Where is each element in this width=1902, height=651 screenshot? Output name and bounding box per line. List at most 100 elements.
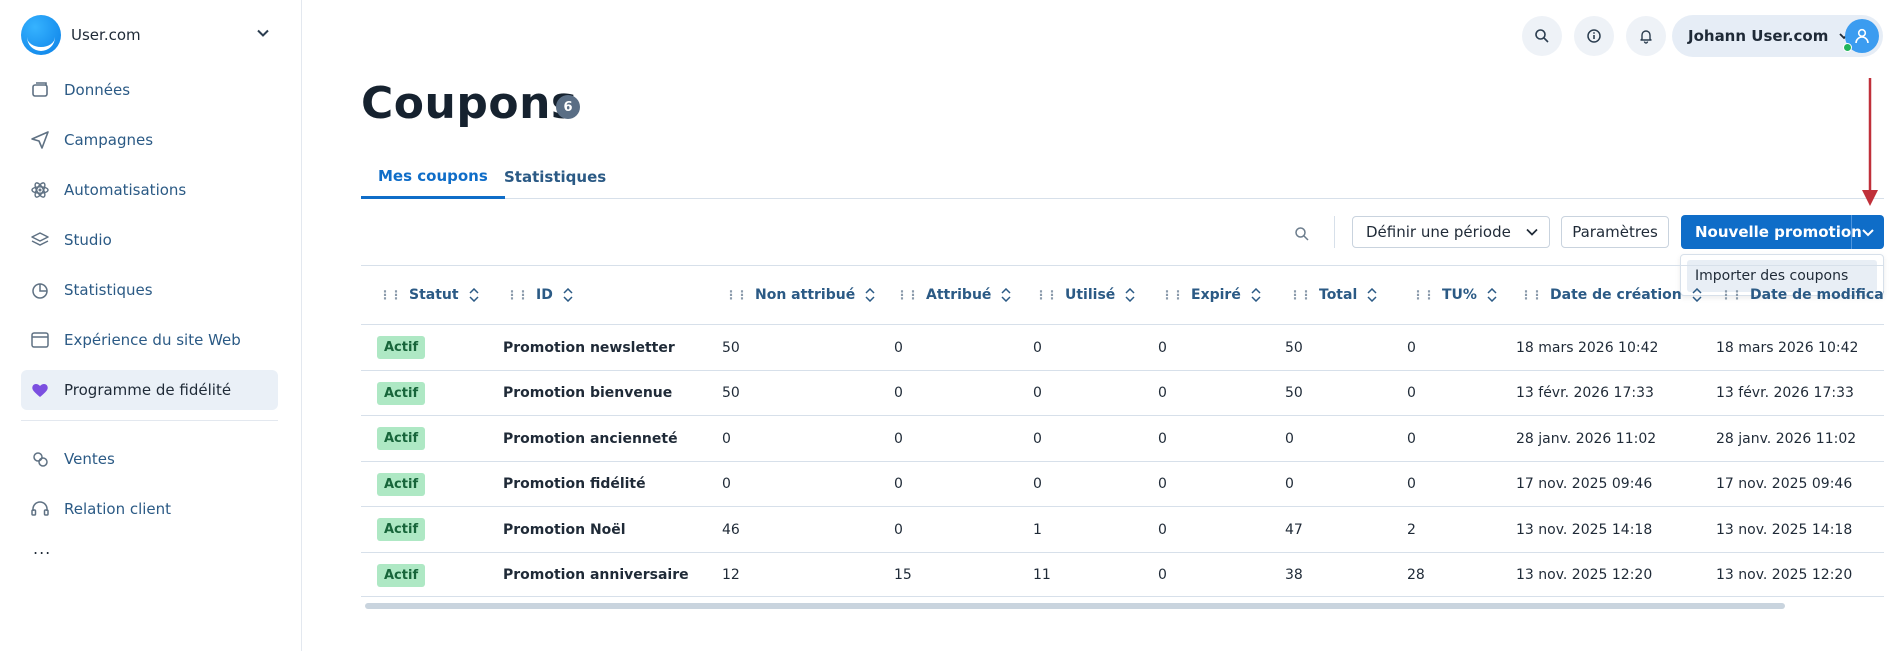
horizontal-scrollbar[interactable] [365, 603, 1785, 609]
cell-tu: 0 [1407, 385, 1416, 401]
column-header-attribue[interactable]: ⋮⋮ Attribué [896, 266, 1011, 324]
cell-modified: 13 nov. 2025 14:18 [1716, 521, 1853, 538]
table-header: ⋮⋮ Statut ⋮⋮ ID ⋮⋮ Non attribué ⋮⋮ Attribué … [361, 266, 1884, 324]
paper-plane-icon [29, 129, 51, 151]
cell-attribue: 0 [894, 521, 903, 538]
table-row[interactable]: Actif Promotion newsletter 50 0 0 0 50 0 18 mars… [361, 324, 1884, 369]
table-row[interactable]: Actif Promotion fidélité 0 0 0 0 0 0 17 nov. 202… [361, 460, 1884, 507]
table-row[interactable]: Actif Promotion bienvenue 50 0 0 0 50 0 13 févr.… [361, 369, 1884, 416]
cell-tu: 0 [1407, 339, 1416, 356]
workspace-switcher[interactable]: User.com [21, 14, 278, 56]
sidebar-item-ventes[interactable]: Ventes [21, 439, 278, 479]
sort-icon[interactable] [1367, 288, 1377, 302]
cell-status: Actif [377, 507, 426, 552]
column-header-non-attribue[interactable]: ⋮⋮ Non attribué [725, 266, 875, 324]
sidebar-item-label: Ventes [64, 450, 115, 468]
database-icon [29, 79, 51, 101]
cell-id[interactable]: Promotion fidélité [503, 462, 646, 507]
table-row[interactable]: Actif Promotion anniversaire 12 15 11 0 38 28 13… [361, 551, 1884, 598]
column-header-tu[interactable]: ⋮⋮ TU% [1412, 266, 1497, 324]
cell-modified: 13 nov. 2025 12:20 [1716, 567, 1853, 583]
drag-handle-icon[interactable]: ⋮⋮ [1520, 288, 1543, 302]
sidebar-item-programme-fidelite[interactable]: Programme de fidélité [21, 370, 278, 410]
column-header-date-creation[interactable]: ⋮⋮ Date de création [1520, 266, 1702, 324]
nouvelle-promotion-button[interactable]: Nouvelle promotion [1681, 215, 1884, 249]
cell-non-attribue: 0 [722, 430, 731, 447]
sidebar-more-button[interactable]: ... [21, 539, 278, 558]
table-row[interactable]: Actif Promotion ancienneté 0 0 0 0 0 0 28 janv. … [361, 415, 1884, 460]
user-menu[interactable]: Johann User.com [1672, 15, 1883, 57]
cell-id[interactable]: Promotion ancienneté [503, 416, 678, 461]
table-search-button[interactable] [1290, 222, 1314, 246]
cell-id[interactable]: Promotion anniversaire [503, 553, 689, 598]
column-header-id[interactable]: ⋮⋮ ID [506, 266, 573, 324]
cell-total: 50 [1285, 385, 1303, 401]
sort-icon[interactable] [865, 288, 875, 302]
chevron-down-icon [257, 29, 269, 37]
drag-handle-icon[interactable]: ⋮⋮ [379, 288, 402, 302]
nouvelle-promotion-label: Nouvelle promotion [1695, 223, 1862, 241]
period-select[interactable]: Définir une période [1352, 216, 1550, 248]
status-badge: Actif [377, 427, 426, 450]
cell-total: 47 [1285, 521, 1303, 538]
drag-handle-icon[interactable]: ⋮⋮ [506, 288, 529, 302]
cell-modified: 18 mars 2026 10:42 [1716, 339, 1859, 356]
cell-tu: 28 [1407, 567, 1425, 583]
help-button[interactable] [1574, 16, 1614, 56]
count-badge: 6 [556, 95, 580, 119]
sort-icon[interactable] [563, 288, 573, 302]
column-label: TU% [1442, 287, 1477, 303]
cell-tu: 0 [1407, 430, 1416, 447]
sidebar-item-automatisations[interactable]: Automatisations [21, 170, 278, 210]
drag-handle-icon[interactable]: ⋮⋮ [1161, 288, 1184, 302]
headset-icon [29, 498, 51, 520]
sidebar-item-donnees[interactable]: Données [21, 70, 278, 110]
search-button[interactable] [1522, 16, 1562, 56]
sort-icon[interactable] [469, 288, 479, 302]
parametres-button[interactable]: Paramètres [1561, 216, 1669, 248]
sidebar-item-experience-site-web[interactable]: Expérience du site Web [21, 320, 278, 360]
sidebar-item-relation-client[interactable]: Relation client [21, 489, 278, 529]
tab-mes-coupons[interactable]: Mes coupons [361, 155, 505, 199]
status-badge: Actif [377, 336, 426, 359]
sort-icon[interactable] [1692, 288, 1702, 302]
notifications-button[interactable] [1626, 16, 1666, 56]
drag-handle-icon[interactable]: ⋮⋮ [725, 288, 748, 302]
cell-created: 13 févr. 2026 17:33 [1516, 385, 1654, 401]
sort-icon[interactable] [1125, 288, 1135, 302]
column-header-date-modification[interactable]: ⋮⋮ Date de modification [1720, 266, 1884, 324]
cell-id[interactable]: Promotion newsletter [503, 325, 675, 370]
cell-id[interactable]: Promotion bienvenue [503, 371, 672, 416]
column-header-expire[interactable]: ⋮⋮ Expiré [1161, 266, 1261, 324]
period-select-label: Définir une période [1366, 223, 1511, 241]
cell-total: 0 [1285, 430, 1294, 447]
cell-non-attribue: 50 [722, 385, 740, 401]
table-row[interactable]: Actif Promotion Noël 46 0 1 0 47 2 13 nov. 2025 … [361, 506, 1884, 551]
toolbar-divider [1334, 216, 1335, 248]
cell-non-attribue: 0 [722, 476, 731, 492]
cell-attribue: 15 [894, 567, 912, 583]
sort-icon[interactable] [1251, 288, 1261, 302]
sidebar-item-studio[interactable]: Studio [21, 220, 278, 260]
search-icon [1535, 29, 1549, 43]
drag-handle-icon[interactable]: ⋮⋮ [1035, 288, 1058, 302]
sort-icon[interactable] [1487, 288, 1497, 302]
column-header-utilise[interactable]: ⋮⋮ Utilisé [1035, 266, 1135, 324]
sidebar-item-label: Studio [64, 231, 112, 249]
drag-handle-icon[interactable]: ⋮⋮ [1412, 288, 1435, 302]
sidebar-item-campagnes[interactable]: Campagnes [21, 120, 278, 160]
sidebar-item-label: Automatisations [64, 181, 187, 199]
drag-handle-icon[interactable]: ⋮⋮ [1720, 288, 1743, 302]
sort-icon[interactable] [1001, 288, 1011, 302]
column-header-statut[interactable]: ⋮⋮ Statut [379, 266, 479, 324]
column-header-total[interactable]: ⋮⋮ Total [1289, 266, 1377, 324]
drag-handle-icon[interactable]: ⋮⋮ [896, 288, 919, 302]
drag-handle-icon[interactable]: ⋮⋮ [1289, 288, 1312, 302]
table-bottom-border [361, 596, 1884, 597]
sidebar-nav: Données Campagnes Automatisations Studio… [21, 70, 278, 558]
cell-id[interactable]: Promotion Noël [503, 507, 626, 552]
chevron-down-icon[interactable] [1860, 224, 1876, 240]
tab-statistiques[interactable]: Statistiques [504, 155, 606, 199]
sidebar-item-statistiques[interactable]: Statistiques [21, 270, 278, 310]
user-icon [1855, 28, 1869, 44]
